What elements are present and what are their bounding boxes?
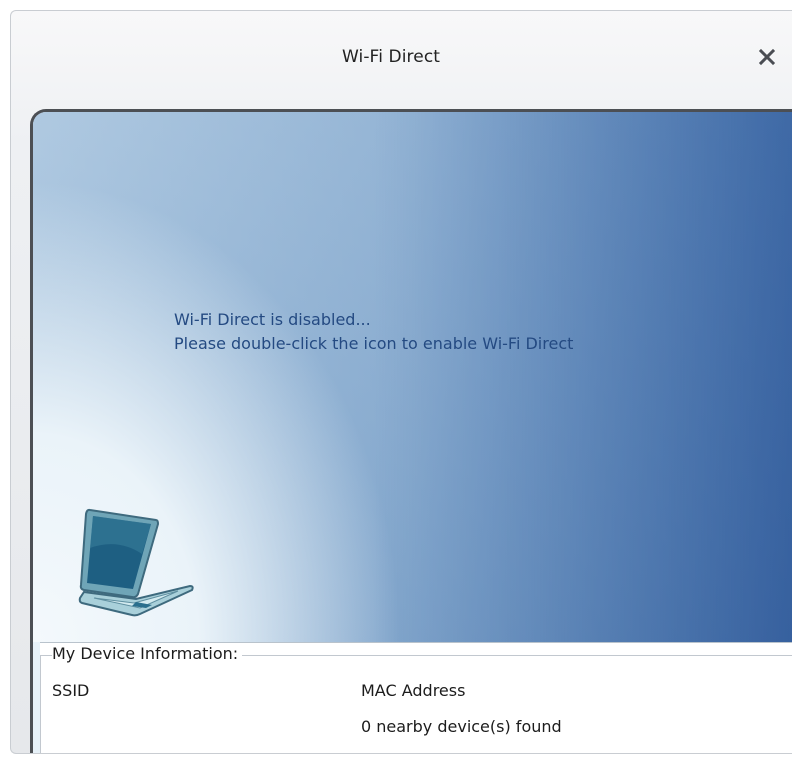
ssid-label: SSID bbox=[52, 681, 90, 700]
content-panel: Wi-Fi Direct is disabled... Please doubl… bbox=[30, 109, 792, 753]
mac-address-label: MAC Address bbox=[361, 681, 466, 700]
nearby-devices-count: 0 nearby device(s) found bbox=[361, 717, 562, 736]
status-line-2: Please double-click the icon to enable W… bbox=[174, 334, 574, 353]
device-info-groupbox bbox=[40, 655, 792, 753]
laptop-device-button[interactable] bbox=[78, 502, 198, 622]
close-icon bbox=[758, 48, 776, 66]
title-bar: Wi-Fi Direct bbox=[11, 11, 792, 106]
device-info-title: My Device Information: bbox=[52, 643, 243, 665]
laptop-icon bbox=[78, 502, 198, 622]
status-line-1: Wi-Fi Direct is disabled... bbox=[174, 310, 371, 329]
device-info-panel: My Device Information: SSID MAC Address … bbox=[40, 642, 792, 753]
close-button[interactable] bbox=[752, 42, 782, 72]
wifi-direct-window: Wi-Fi Direct Wi-Fi Direct is disabled...… bbox=[10, 10, 792, 754]
status-message: Wi-Fi Direct is disabled... Please doubl… bbox=[174, 308, 573, 356]
window-title: Wi-Fi Direct bbox=[341, 47, 441, 67]
